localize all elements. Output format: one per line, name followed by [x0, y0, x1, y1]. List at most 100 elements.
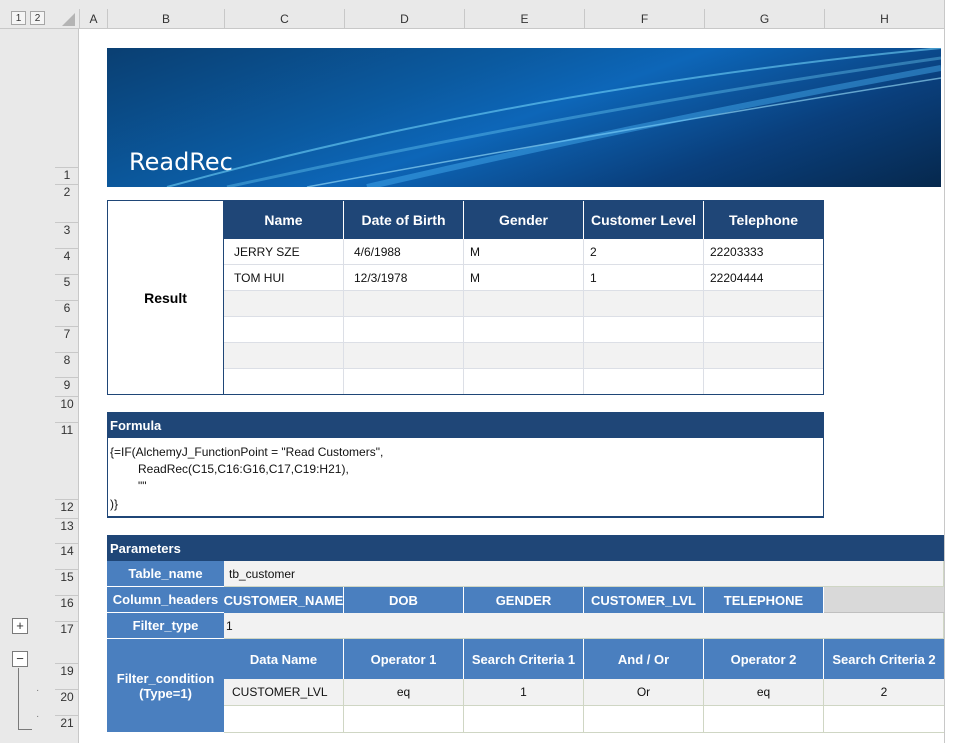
- result-cell-empty[interactable]: [344, 317, 464, 343]
- result-cell-empty[interactable]: [464, 343, 584, 369]
- column-header-h[interactable]: H: [824, 9, 944, 29]
- filter-header-operator-2[interactable]: Operator 2: [704, 639, 824, 679]
- column-header-g[interactable]: G: [704, 9, 824, 29]
- result-cell-empty[interactable]: [584, 317, 704, 343]
- row-header-7[interactable]: 7: [55, 326, 79, 343]
- filter-cell-empty[interactable]: [584, 706, 704, 733]
- result-cell-empty[interactable]: [704, 317, 823, 343]
- result-cell-empty[interactable]: [584, 369, 704, 394]
- table-name-value[interactable]: tb_customer: [224, 561, 944, 587]
- outline-level-1-button[interactable]: 1: [11, 11, 26, 25]
- collapse-group-button[interactable]: −: [12, 651, 28, 667]
- filter-cell-empty[interactable]: [224, 706, 344, 733]
- column-header-a[interactable]: A: [79, 9, 107, 29]
- row-header-13[interactable]: 13: [55, 518, 79, 535]
- formula-box[interactable]: {=IF(AlchemyJ_FunctionPoint = "Read Cust…: [107, 438, 824, 518]
- formula-line-2: ReadRec(C15,C16:G16,C17,C19:H21),: [138, 462, 349, 476]
- row-header-4[interactable]: 4: [55, 248, 79, 265]
- result-cell-empty[interactable]: [224, 317, 344, 343]
- filter-condition-label-line2: (Type=1): [139, 685, 192, 701]
- row-header-2[interactable]: 2: [55, 184, 79, 201]
- column-header-e[interactable]: E: [464, 9, 584, 29]
- result-cell[interactable]: 1: [584, 265, 704, 291]
- row-header-19[interactable]: 19: [55, 663, 79, 680]
- result-cell-empty[interactable]: [344, 343, 464, 369]
- row-header-1[interactable]: 1: [55, 167, 79, 184]
- row-header-21[interactable]: 21: [55, 715, 79, 732]
- result-cell-empty[interactable]: [704, 343, 823, 369]
- result-cell-empty[interactable]: [344, 291, 464, 317]
- row-header-6[interactable]: 6: [55, 300, 79, 317]
- row-header-3[interactable]: 3: [55, 222, 79, 239]
- result-cell[interactable]: 22204444: [704, 265, 823, 291]
- result-header-name[interactable]: Name: [224, 201, 344, 239]
- result-cell-empty[interactable]: [224, 343, 344, 369]
- result-cell[interactable]: 22203333: [704, 239, 823, 265]
- filter-cell[interactable]: eq: [344, 679, 464, 706]
- column-header-b[interactable]: B: [107, 9, 224, 29]
- result-cell[interactable]: JERRY SZE: [224, 239, 344, 265]
- result-cell-empty[interactable]: [704, 291, 823, 317]
- result-cell-empty[interactable]: [584, 291, 704, 317]
- filter-cell[interactable]: 1: [464, 679, 584, 706]
- column-header-c[interactable]: C: [224, 9, 344, 29]
- row-header-10[interactable]: 10: [55, 396, 79, 413]
- result-cell[interactable]: 4/6/1988: [344, 239, 464, 265]
- result-header-telephone[interactable]: Telephone: [704, 201, 823, 239]
- result-header-dob[interactable]: Date of Birth: [344, 201, 464, 239]
- row-header-9[interactable]: 9: [55, 377, 79, 394]
- result-cell-empty[interactable]: [464, 317, 584, 343]
- column-header-f[interactable]: F: [584, 9, 704, 29]
- result-cell[interactable]: M: [464, 265, 584, 291]
- result-cell-empty[interactable]: [464, 291, 584, 317]
- filter-header-search-criteria-1[interactable]: Search Criteria 1: [464, 639, 584, 679]
- parameters-title: Parameters: [107, 535, 944, 561]
- column-header-d[interactable]: D: [344, 9, 464, 29]
- expand-group-button[interactable]: +: [12, 618, 28, 634]
- select-all-corner[interactable]: [62, 13, 75, 26]
- filter-header-data-name[interactable]: Data Name: [224, 639, 344, 679]
- row-header-14[interactable]: 14: [55, 543, 79, 560]
- column-header-value[interactable]: TELEPHONE: [704, 587, 824, 613]
- column-header-value[interactable]: DOB: [344, 587, 464, 613]
- result-cell-empty[interactable]: [344, 369, 464, 394]
- filter-cell[interactable]: Or: [584, 679, 704, 706]
- filter-header-operator-1[interactable]: Operator 1: [344, 639, 464, 679]
- row-header-8[interactable]: 8: [55, 352, 79, 369]
- result-cell[interactable]: M: [464, 239, 584, 265]
- row-header-16[interactable]: 16: [55, 595, 79, 612]
- result-cell[interactable]: 2: [584, 239, 704, 265]
- filter-cell[interactable]: 2: [824, 679, 944, 706]
- filter-cell[interactable]: CUSTOMER_LVL: [224, 679, 344, 706]
- result-cell-empty[interactable]: [224, 291, 344, 317]
- row-header-12[interactable]: 12: [55, 499, 79, 516]
- filter-header-search-criteria-2[interactable]: Search Criteria 2: [824, 639, 944, 679]
- row-header-11[interactable]: 11: [55, 422, 79, 439]
- column-header-value[interactable]: GENDER: [464, 587, 584, 613]
- result-cell-empty[interactable]: [464, 369, 584, 394]
- row-header-5[interactable]: 5: [55, 274, 79, 291]
- filter-type-value[interactable]: 1: [224, 613, 944, 639]
- filter-cell[interactable]: eq: [704, 679, 824, 706]
- result-cell[interactable]: TOM HUI: [224, 265, 344, 291]
- column-header-value[interactable]: CUSTOMER_LVL: [584, 587, 704, 613]
- result-cell-empty[interactable]: [584, 343, 704, 369]
- row-header-20[interactable]: 20: [55, 689, 79, 706]
- result-cell[interactable]: 12/3/1978: [344, 265, 464, 291]
- filter-header-and-or[interactable]: And / Or: [584, 639, 704, 679]
- outline-level-2-button[interactable]: 2: [30, 11, 45, 25]
- row-header-17[interactable]: 17: [55, 621, 79, 638]
- result-header-level[interactable]: Customer Level: [584, 201, 704, 239]
- result-cell-empty[interactable]: [224, 369, 344, 394]
- result-cell-empty[interactable]: [704, 369, 823, 394]
- column-header-value[interactable]: CUSTOMER_NAME: [224, 587, 344, 613]
- group-dot: ·: [36, 711, 40, 722]
- filter-cell-empty[interactable]: [464, 706, 584, 733]
- filter-cell-empty[interactable]: [824, 706, 944, 733]
- result-header-gender[interactable]: Gender: [464, 201, 584, 239]
- row-header-15[interactable]: 15: [55, 569, 79, 586]
- column-header-empty[interactable]: [824, 587, 944, 613]
- filter-cell-empty[interactable]: [704, 706, 824, 733]
- right-edge: [944, 0, 955, 743]
- filter-cell-empty[interactable]: [344, 706, 464, 733]
